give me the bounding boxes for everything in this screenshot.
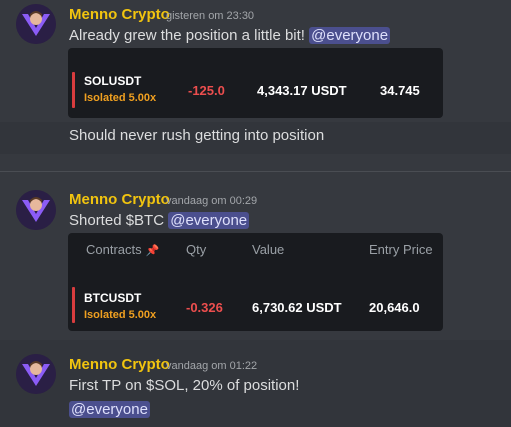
message-text: Should never rush getting into position [69,127,325,144]
position-symbol: BTCUSDT [84,291,142,305]
column-header-contracts: Contracts 📌 [86,242,160,257]
message-text: First TP on $SOL, 20% of position! [69,377,300,394]
position-qty: -0.326 [186,300,223,315]
position-symbol: SOLUSDT [84,74,142,88]
position-value: 4,343.17 USDT [257,83,347,98]
column-header-entry-price: Entry Price [369,242,433,257]
position-value: 6,730.62 USDT [252,300,342,315]
message-text-content: Shorted $BTC [69,212,165,229]
column-header-value: Value [252,242,285,257]
message-timestamp: vandaag om 01:22 [166,360,258,372]
message-text: Already grew the position a little bit! … [69,27,391,44]
avatar-icon [16,354,56,394]
message-divider [0,171,511,172]
everyone-mention[interactable]: @everyone [309,27,391,44]
position-card: Contracts 📌 Qty Value Entry Price BTCUSDT… [68,233,443,331]
message-text: Shorted $BTC @everyone [69,212,250,229]
everyone-mention[interactable]: @everyone [69,401,150,418]
message-author[interactable]: Menno Crypto [69,356,170,373]
message-timestamp: vandaag om 00:29 [166,195,258,207]
position-leverage: Isolated 5.00x [84,309,157,321]
position-side-bar [72,287,75,323]
avatar[interactable] [16,190,56,230]
avatar-icon [16,4,56,44]
position-entry-price: 20,646.0 [369,300,420,315]
avatar[interactable] [16,4,56,44]
column-header-qty: Qty [186,242,207,257]
message-timestamp: gisteren om 23:30 [166,10,255,22]
message-author[interactable]: Menno Crypto [69,6,170,23]
avatar-icon [16,190,56,230]
message-text: @everyone [69,401,150,418]
message-author[interactable]: Menno Crypto [69,191,170,208]
position-leverage: Isolated 5.00x [84,92,157,104]
position-side-bar [72,72,75,108]
pin-icon[interactable]: 📌 [146,244,160,257]
message-text-content: Already grew the position a little bit! [69,27,305,44]
position-qty: -125.0 [188,83,225,98]
position-entry-price: 34.745 [380,83,420,98]
everyone-mention[interactable]: @everyone [168,212,250,229]
position-card: SOLUSDT Isolated 5.00x -125.0 4,343.17 U… [68,48,443,118]
avatar[interactable] [16,354,56,394]
